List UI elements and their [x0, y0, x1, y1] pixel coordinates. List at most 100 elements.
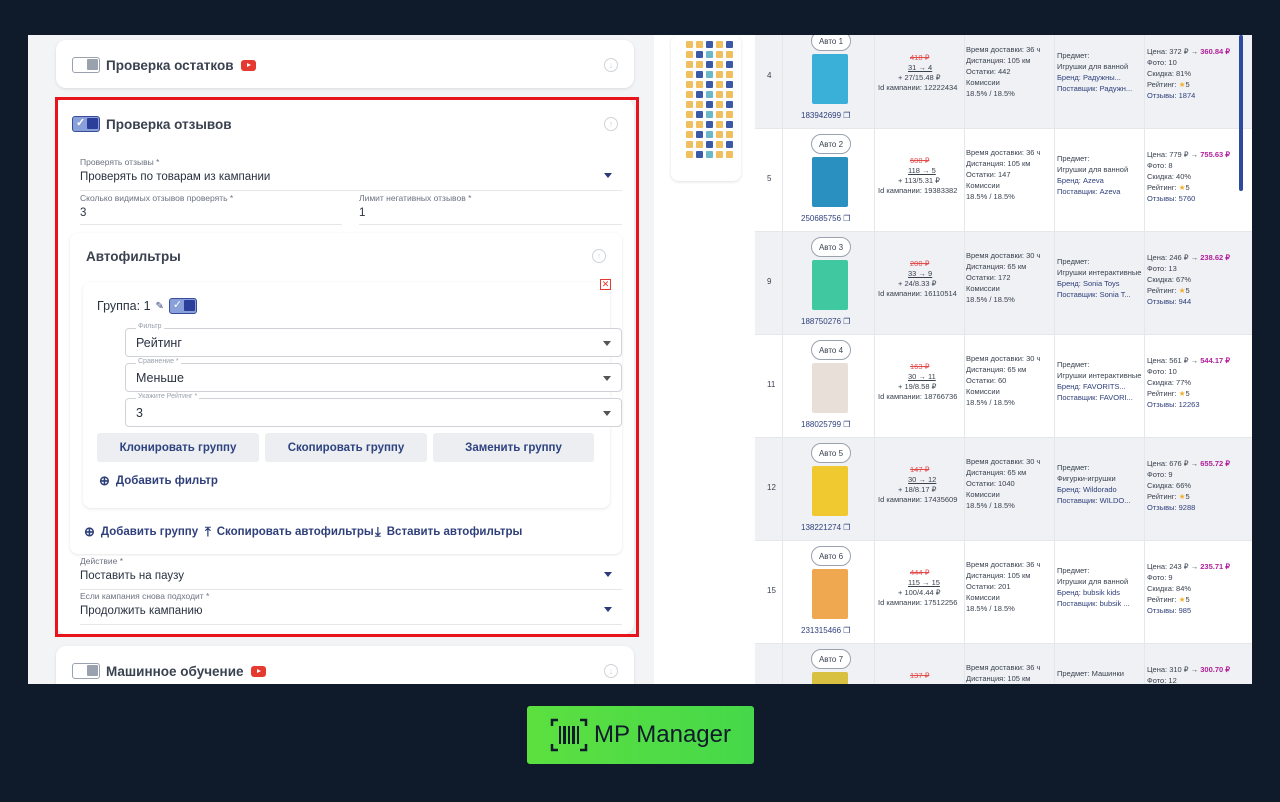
- grid-cell: [706, 71, 713, 78]
- auto-badge[interactable]: Авто 5: [811, 443, 851, 463]
- action-select[interactable]: Действие * Поставить на паузу: [80, 556, 622, 590]
- product-id[interactable]: 188025799 ❐: [801, 420, 850, 429]
- grid-cell: [726, 51, 733, 58]
- auto-badge[interactable]: Авто 1: [811, 35, 851, 51]
- clone-group-button[interactable]: Клонировать группу: [97, 433, 259, 462]
- product-image[interactable]: [812, 54, 848, 104]
- product-image[interactable]: [812, 672, 848, 684]
- copy-group-button[interactable]: Скопировать группу: [265, 433, 427, 462]
- paste-autofilters-button[interactable]: ⤓ Вставить автофильтры: [375, 524, 522, 540]
- table-row[interactable]: 12 Авто 5 138221274 ❐ 147 ₽30 → 12 + 18/8.17…: [755, 438, 1252, 541]
- add-filter-button[interactable]: ⊕ Добавить фильтр: [99, 473, 218, 489]
- grid-cell: [706, 61, 713, 68]
- grid-cell: [726, 71, 733, 78]
- autofilters-title: Автофильтры: [86, 248, 181, 264]
- grid-cell: [716, 121, 723, 128]
- auto-badge[interactable]: Авто 3: [811, 237, 851, 257]
- grid-cell: [696, 91, 703, 98]
- expand-icon[interactable]: ↓: [604, 58, 618, 72]
- auto-badge[interactable]: Авто 6: [811, 546, 851, 566]
- cell-delivery: Время доставки: 30 ч Дистанция: 65 км Оста…: [965, 335, 1055, 437]
- grid-cell: [706, 131, 713, 138]
- copy-icon: ❐: [843, 420, 851, 429]
- cell-number: 12: [755, 438, 783, 540]
- download-icon: ⤓: [375, 524, 381, 539]
- product-image[interactable]: [812, 466, 848, 516]
- reviews-toggle[interactable]: ✓: [72, 116, 100, 132]
- cell-number: 11: [755, 335, 783, 437]
- grid-cell: [686, 81, 693, 88]
- auto-badge[interactable]: Авто 4: [811, 340, 851, 360]
- cell-bids: 600 ₽118 → 5 + 113/5.31 ₽ Id кампании: 193…: [875, 129, 965, 231]
- grid-cell: [716, 71, 723, 78]
- group-toggle[interactable]: ✓: [168, 298, 197, 314]
- group-header: Группа: 1 ✎ ✓: [97, 298, 203, 314]
- edit-icon[interactable]: ✎: [156, 301, 164, 312]
- stock-check-toggle[interactable]: [72, 57, 100, 73]
- plus-circle-icon: ⊕: [84, 524, 95, 539]
- auto-badge[interactable]: Авто 7: [811, 649, 851, 669]
- cell-number: 5: [755, 129, 783, 231]
- campaign-fit-select[interactable]: Если кампания снова подходит * Продолжит…: [80, 591, 622, 625]
- cell-product: Авто 4 188025799 ❐: [783, 335, 875, 437]
- brand-name: MP Manager: [594, 721, 731, 748]
- grid-cell: [726, 151, 733, 158]
- table-row[interactable]: 15 Авто 6 231315466 ❐ 444 ₽115 → 15 + 100/4.…: [755, 541, 1252, 644]
- collapse-icon[interactable]: ↑: [604, 117, 618, 131]
- youtube-icon[interactable]: [240, 59, 256, 71]
- table-row[interactable]: Авто 7 ❐137 ₽Время доставки: 36 чДистанц…: [755, 644, 1252, 684]
- product-id[interactable]: 138221274 ❐: [801, 523, 850, 532]
- auto-badge[interactable]: Авто 2: [811, 134, 851, 154]
- cell-bids: 444 ₽115 → 15 + 100/4.44 ₽ Id кампании: 17…: [875, 541, 965, 643]
- table-row[interactable]: 9 Авто 3 188750276 ❐ 200 ₽33 → 9 + 24/8.33 ₽…: [755, 232, 1252, 335]
- grid-cell: [686, 61, 693, 68]
- product-image[interactable]: [812, 260, 848, 310]
- cell-price: Цена: 243 ₽ → 235.71 ₽ Фото: 9 Скидка: 84%…: [1147, 562, 1231, 615]
- grid-cell: [706, 111, 713, 118]
- app-screen: Проверка остатков ↓ ✓ Проверка отзывов ↑…: [28, 35, 1252, 684]
- table-row[interactable]: 11 Авто 4 188025799 ❐ 163 ₽30 → 11 + 19/8.58…: [755, 335, 1252, 438]
- dropdown-icon: [604, 607, 612, 612]
- cell-price: Цена: 561 ₽ → 544.17 ₽ Фото: 10 Скидка: 77…: [1147, 356, 1231, 409]
- cell-price: Цена: 372 ₽ → 360.84 ₽ Фото: 10 Скидка: 81…: [1147, 47, 1231, 100]
- grid-cell: [686, 141, 693, 148]
- product-image[interactable]: [812, 569, 848, 619]
- collapse-icon[interactable]: ↑: [592, 249, 606, 263]
- table-row[interactable]: 5 Авто 2 250685756 ❐ 600 ₽118 → 5 + 113/5.31…: [755, 129, 1252, 232]
- table-row[interactable]: 4 Авто 1 183942699 ❐ 418 ₽31 → 4 + 27/15.48 …: [755, 35, 1252, 129]
- product-id[interactable]: 231315466 ❐: [801, 626, 850, 635]
- settings-panel: Проверка остатков ↓ ✓ Проверка отзывов ↑…: [28, 35, 654, 684]
- rating-select[interactable]: Укажите Рейтинг * 3: [125, 393, 622, 427]
- copy-autofilters-button[interactable]: ⤒ Скопировать автофильтры: [205, 524, 374, 540]
- cell-delivery: Время доставки: 36 ч Дистанция: 105 км Ост…: [965, 35, 1055, 128]
- grid-cell: [696, 151, 703, 158]
- product-id[interactable]: 250685756 ❐: [801, 214, 850, 223]
- replace-group-button[interactable]: Заменить группу: [433, 433, 594, 462]
- youtube-icon[interactable]: [250, 665, 266, 677]
- product-id[interactable]: 188750276 ❐: [801, 317, 850, 326]
- close-icon[interactable]: ✕: [600, 279, 611, 290]
- copy-icon: ❐: [843, 214, 851, 223]
- product-id[interactable]: 183942699 ❐: [801, 111, 850, 120]
- cell-bids: 418 ₽31 → 4 + 27/15.48 ₽ Id кампании: 1222…: [875, 35, 965, 128]
- filter-select[interactable]: Фильтр Рейтинг: [125, 323, 622, 357]
- grid-cell: [706, 101, 713, 108]
- ml-toggle[interactable]: [72, 663, 100, 679]
- expand-icon[interactable]: ↓: [604, 664, 618, 678]
- grid-cell: [696, 41, 703, 48]
- visible-reviews-field[interactable]: Сколько видимых отзывов проверять * 3: [80, 193, 342, 225]
- cell-price: Цена: 676 ₽ → 655.72 ₽ Фото: 9 Скидка: 66%…: [1147, 459, 1231, 512]
- grid-cell: [706, 91, 713, 98]
- check-reviews-select[interactable]: Проверять отзывы * Проверять по товарам …: [80, 157, 622, 191]
- negative-limit-field[interactable]: Лимит негативных отзывов * 1: [359, 193, 622, 225]
- grid-cell: [696, 121, 703, 128]
- grid-cell: [696, 71, 703, 78]
- add-group-button[interactable]: ⊕ Добавить группу: [84, 524, 198, 540]
- copy-icon: ❐: [843, 317, 851, 326]
- scrollbar[interactable]: [1239, 35, 1243, 191]
- product-image[interactable]: [812, 363, 848, 413]
- cell-number: 9: [755, 232, 783, 334]
- product-image[interactable]: [812, 157, 848, 207]
- grid-cell: [706, 81, 713, 88]
- compare-select[interactable]: Сравнение * Меньше: [125, 358, 622, 392]
